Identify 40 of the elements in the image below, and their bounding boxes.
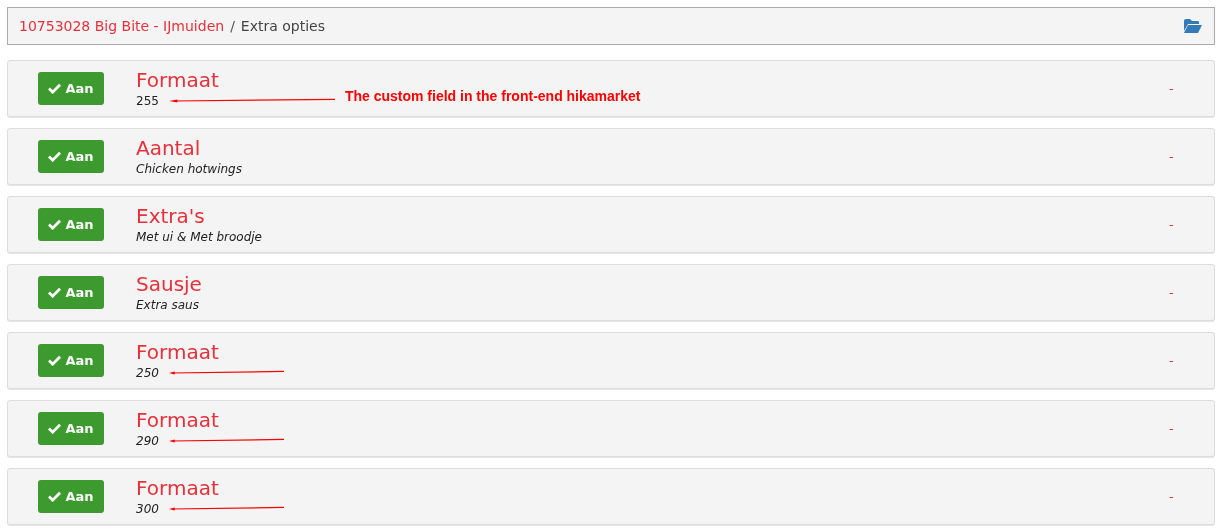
folder-icon[interactable] [1184,19,1202,33]
option-value: - [1169,217,1175,232]
option-title: Formaat [136,339,220,364]
check-icon [48,151,62,162]
toggle-button[interactable]: Aan [38,480,104,513]
toggle-button[interactable]: Aan [38,72,104,105]
option-value: - [1169,421,1175,436]
check-icon [48,83,62,94]
option-title: Aantal [136,135,202,160]
option-value: - [1169,489,1175,504]
breadcrumb-link[interactable]: 10753028 Big Bite - IJmuiden [19,18,225,34]
option-value: - [1169,353,1175,368]
option-title: Extra's [136,203,206,228]
check-icon [48,355,62,366]
option-detail: 300 [136,501,159,516]
check-icon [48,491,62,502]
option-value: - [1169,285,1175,300]
toggle-button[interactable]: Aan [38,208,104,241]
option-detail: 255 [136,93,159,108]
breadcrumb-separator: / [230,18,235,34]
check-icon [48,219,62,230]
toggle-button[interactable]: Aan [38,344,104,377]
option-detail: Met ui & Met broodje [136,229,262,244]
option-title: Formaat [136,407,220,432]
check-icon [48,287,62,298]
option-detail: Chicken hotwings [136,161,242,176]
option-value: - [1169,149,1175,164]
option-title: Sausje [136,271,203,296]
option-detail: 290 [136,433,159,448]
toggle-button[interactable]: Aan [38,412,104,445]
option-title: Formaat [136,67,220,92]
option-title: Formaat [136,475,220,500]
annotation-note: The custom field in the front-end hikamarket [344,87,641,104]
option-value: - [1169,81,1175,96]
check-icon [48,423,62,434]
option-detail: 250 [136,365,159,380]
breadcrumb-current: Extra opties [240,18,325,34]
toggle-button[interactable]: Aan [38,140,104,173]
option-detail: Extra saus [136,297,199,312]
toggle-button[interactable]: Aan [38,276,104,309]
